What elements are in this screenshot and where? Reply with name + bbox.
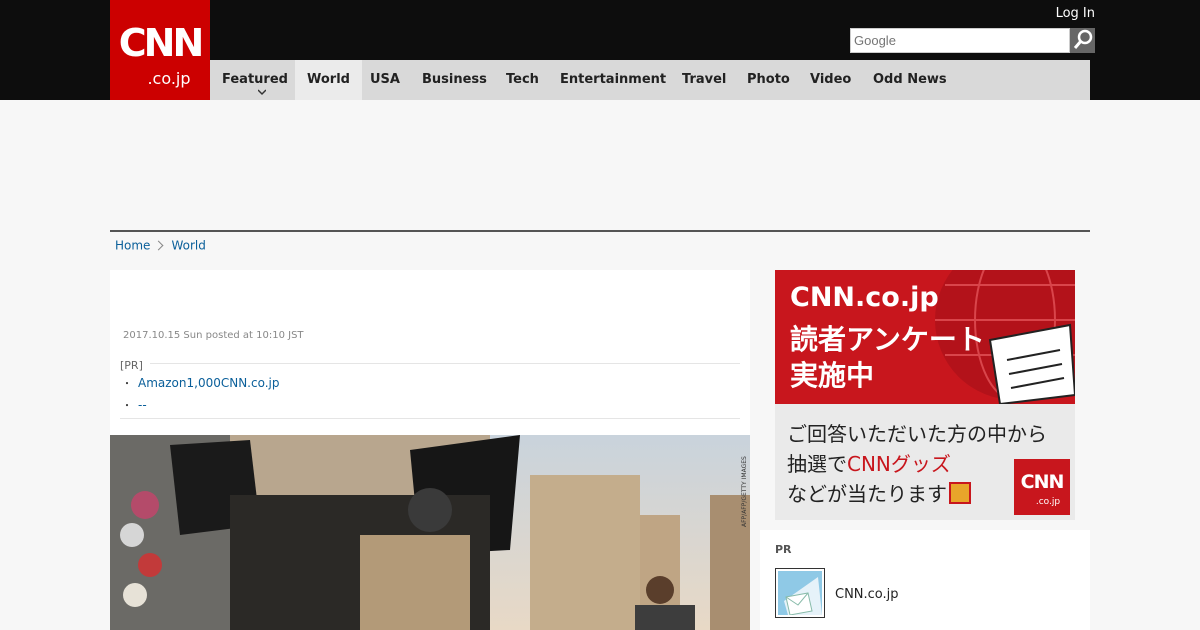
- search-icon: [1073, 29, 1093, 49]
- nav-item-entertainment[interactable]: Entertainment: [560, 60, 666, 100]
- nav-label: Business: [422, 72, 487, 87]
- banner-text-highlight: CNNグッズ: [847, 452, 951, 476]
- nav-item-travel[interactable]: Travel: [682, 60, 726, 100]
- breadcrumb-home[interactable]: Home: [115, 239, 150, 253]
- pr-thumbnail[interactable]: [775, 568, 825, 618]
- divider: [120, 418, 740, 419]
- nav-item-video[interactable]: Video: [810, 60, 851, 100]
- nav-label: Entertainment: [560, 72, 667, 87]
- gift-icon: [949, 482, 971, 504]
- logo-subtext: .co.jp: [147, 69, 191, 88]
- survey-banner[interactable]: CNN.co.jp 読者アンケート 実施中 ご回答いただいた方の中から 抽選でC…: [775, 270, 1075, 520]
- banner-top: CNN.co.jp 読者アンケート 実施中: [775, 270, 1075, 404]
- main-nav: Featured World USA Business Tech Enterta…: [210, 60, 1090, 100]
- search-button[interactable]: [1070, 28, 1095, 53]
- login-link[interactable]: Log In: [1056, 6, 1095, 21]
- nav-label: Photo: [747, 72, 790, 87]
- pr-label: [PR]: [120, 359, 143, 372]
- pr-title: PR: [775, 543, 792, 556]
- cnn-logo[interactable]: CNN .co.jp: [110, 0, 210, 100]
- nav-item-tech[interactable]: Tech: [506, 60, 539, 100]
- posted-date: 2017.10.15 Sun posted at 10:10 JST: [123, 330, 304, 341]
- banner-bottom: ご回答いただいた方の中から 抽選でCNNグッズ などが当たります CNN .co…: [775, 404, 1075, 520]
- breadcrumb-world[interactable]: World: [171, 239, 205, 253]
- banner-text-part: 抽選で: [787, 452, 847, 476]
- ad-placeholder: [110, 100, 1090, 230]
- banner-subtitle: 実施中: [790, 359, 875, 392]
- banner-text: 抽選でCNNグッズ: [787, 448, 951, 477]
- nav-item-photo[interactable]: Photo: [747, 60, 790, 100]
- article-photo: [110, 435, 750, 630]
- divider: [110, 230, 1090, 232]
- pr-item-name[interactable]: CNN.co.jp: [835, 587, 899, 602]
- nav-label: Featured: [222, 72, 288, 87]
- banner-cnn-logo: CNN .co.jp: [1014, 459, 1070, 515]
- bullet: ・: [122, 379, 132, 390]
- nav-item-featured[interactable]: Featured: [222, 60, 288, 100]
- pr-link-item: ・ --: [122, 397, 147, 412]
- banner-text-part: などが当たります: [787, 482, 947, 506]
- nav-item-usa[interactable]: USA: [370, 60, 400, 100]
- chevron-right-icon: [153, 240, 164, 251]
- pr-link[interactable]: --: [138, 398, 147, 412]
- breadcrumb: Home World: [115, 238, 206, 253]
- pr-link-item: ・ Amazon1,000CNN.co.jp: [122, 375, 280, 390]
- nav-label: Video: [810, 72, 852, 87]
- logo-subtext: .co.jp: [1035, 497, 1061, 507]
- nav-item-world[interactable]: World: [295, 60, 362, 100]
- nav-item-business[interactable]: Business: [422, 60, 487, 100]
- banner-text: などが当たります: [787, 478, 971, 507]
- photo-credit: AFP/AFP/GETTY IMAGES: [741, 456, 748, 527]
- banner-subtitle: 読者アンケート: [790, 323, 985, 356]
- chevron-down-icon: [258, 89, 266, 96]
- nav-item-odd-news[interactable]: Odd News: [873, 60, 947, 100]
- pr-link[interactable]: Amazon1,000CNN.co.jp: [138, 376, 280, 390]
- banner-title: CNN.co.jp: [790, 282, 939, 313]
- banner-text: ご回答いただいた方の中から: [787, 422, 1047, 446]
- nav-label: Odd News: [873, 72, 947, 87]
- bullet: ・: [122, 401, 132, 412]
- nav-label: Tech: [506, 72, 539, 87]
- article-photo-image: [110, 435, 750, 630]
- nav-label: World: [307, 72, 350, 87]
- divider: [150, 363, 740, 364]
- logo-text: CNN: [1020, 471, 1065, 493]
- nav-label: Travel: [682, 72, 727, 87]
- mail-icon: [778, 571, 822, 615]
- search-input[interactable]: [850, 28, 1070, 53]
- nav-label: USA: [370, 72, 400, 87]
- logo-text: CNN: [118, 21, 205, 65]
- pr-box: PR CNN.co.jp: [760, 530, 1090, 630]
